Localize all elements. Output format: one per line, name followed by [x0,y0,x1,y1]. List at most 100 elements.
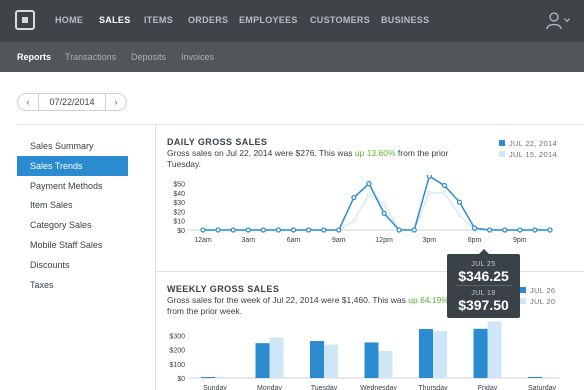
daily-legend-prior: JUL 15, 2014 [499,150,557,159]
x-tick-label: 6pm [468,237,482,244]
date-picker: ‹ 07/22/2014 › [17,93,127,111]
data-point-current [321,227,327,233]
y-tick-label: $300 [169,333,185,340]
square-logo-icon[interactable] [15,10,35,30]
data-point-current [275,227,282,233]
data-point-prior [427,190,432,195]
sidebar-item-payment-methods[interactable]: Payment Methods [17,176,128,196]
y-tick-label: $100 [169,362,185,369]
legend-swatch-prior [499,151,505,157]
x-tick-label: 9pm [513,237,527,244]
y-tick-label: $40 [173,191,185,198]
y-tick-label: $0 [177,376,185,383]
bar-prior [542,377,556,378]
subnav-reports[interactable]: Reports [17,52,51,62]
nav-home[interactable]: HOME [55,15,83,25]
data-point-current [381,210,387,216]
bar-current [201,377,215,378]
nav-orders[interactable]: ORDERS [188,15,228,25]
sidebar-item-taxes[interactable]: Taxes [17,275,128,295]
data-point-current [215,227,221,233]
content-divider [17,124,584,125]
sidebar-divider [155,124,156,390]
sidebar-item-item-sales[interactable]: Item Sales [17,195,128,215]
sidebar-item-sales-trends[interactable]: Sales Trends [17,156,128,176]
x-tick-label: Wednesday [360,385,397,390]
y-tick-label: $50 [173,182,185,189]
chevron-down-icon[interactable] [564,17,570,23]
tooltip-date-prior: JUL 18 [471,290,496,297]
tooltip-value-current: $346.25 [458,268,509,284]
data-point-current [471,225,478,231]
x-tick-label: Monday [257,385,282,390]
data-point-prior [382,202,387,207]
subnav-invoices[interactable]: Invoices [181,52,214,62]
bar-prior [378,351,393,378]
data-point-current [426,175,432,179]
weekly-legend-prior: JUL 20 [520,297,555,306]
data-point-prior [366,192,371,197]
nav-employees[interactable]: EMPLOYEES [239,15,298,25]
x-tick-label: Sunday [203,385,227,390]
y-tick-label: $200 [169,348,185,355]
date-field[interactable]: 07/22/2014 [38,94,106,110]
data-point-prior [351,218,356,223]
legend-swatch-current [520,287,526,293]
sidebar-item-mobile-staff-sales[interactable]: Mobile Staff Sales [17,235,128,255]
next-date-button[interactable]: › [106,94,126,110]
tooltip-separator [455,285,512,286]
data-point-current [517,227,523,233]
data-point-current [200,227,206,233]
user-account-icon[interactable] [546,12,562,30]
weekly-bar-chart: $300 $200 $100 $0 Sunday Monday Tuesday Wednesd… [169,321,560,390]
x-tick-label: 9am [332,237,346,244]
data-point-prior [442,190,447,195]
nav-customers[interactable]: CUSTOMERS [310,15,370,25]
bar-prior [269,337,284,378]
data-point-current [487,227,493,233]
bar-current [310,341,324,378]
daily-line-chart: $50 $40 $30 $20 $10 $0 12am 3am 6am 9am 12pm 3pm 6pm… [173,175,553,244]
daily-change-up: up 13.60% [354,148,396,158]
line-series-current [203,175,550,231]
bar-current [473,328,488,378]
nav-items[interactable]: ITEMS [144,15,173,25]
subnav-transactions[interactable]: Transactions [65,52,116,62]
nav-business[interactable]: BUSINESS [381,15,429,25]
weekly-change-up: up 64.19% [408,295,449,305]
weekly-gross-sales-title: WEEKLY GROSS SALES [167,284,280,294]
data-point-current [366,181,372,187]
subnav-deposits[interactable]: Deposits [131,52,166,62]
sidebar-item-category-sales[interactable]: Category Sales [17,215,128,235]
bar-current [255,343,270,378]
x-tick-label: 12am [194,237,212,244]
x-tick-label: Thursday [418,385,448,390]
x-tick-label: 12pm [375,237,393,244]
sidebar-item-sales-summary[interactable]: Sales Summary [17,136,128,156]
y-tick-label: $20 [173,209,185,216]
data-point-current [306,227,312,233]
data-point-prior [457,213,462,218]
daily-gross-sales-description: Gross sales on Jul 22, 2014 were $276. T… [167,148,449,169]
bar-current [364,342,379,378]
bar-current [528,377,542,378]
sub-navigation: Reports Transactions Deposits Invoices [0,42,584,72]
x-tick-label: Tuesday [311,385,338,390]
data-point-current [336,227,342,233]
y-tick-label: $30 [173,200,185,207]
nav-sales[interactable]: SALES [99,15,131,25]
y-tick-label: $10 [173,219,185,226]
top-navigation: HOME SALES ITEMS ORDERS EMPLOYEES CUSTOM… [0,0,584,42]
previous-date-button[interactable]: ‹ [18,94,38,110]
weekly-legend-current: JUL 26 [520,286,555,295]
data-point-current [245,227,251,233]
y-tick-label: $0 [177,228,185,235]
data-point-current [411,227,417,233]
daily-gross-sales-title: DAILY GROSS SALES [167,137,268,147]
sidebar-item-discounts[interactable]: Discounts [17,255,128,275]
data-point-current [547,227,553,233]
bar-prior [215,377,229,378]
tooltip-date-current: JUL 25 [471,261,496,268]
x-tick-label: 3am [241,237,255,244]
daily-legend-current: JUL 22, 2014 [499,139,557,148]
